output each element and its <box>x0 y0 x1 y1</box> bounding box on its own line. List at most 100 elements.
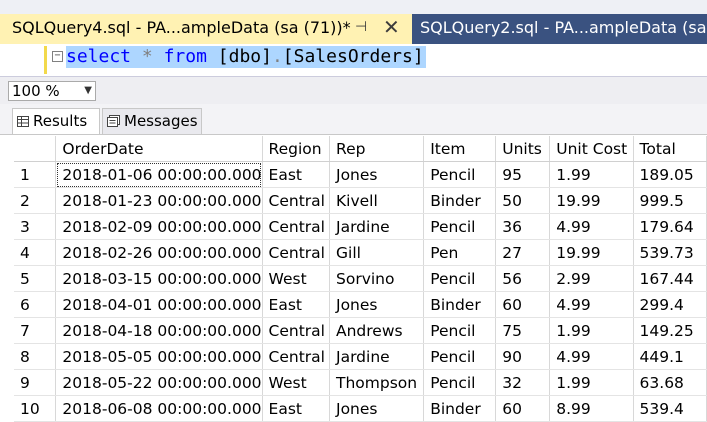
order-date-cell[interactable]: 2018-02-26 00:00:00.000 <box>55 239 263 266</box>
rep-cell[interactable]: Jones <box>329 161 425 188</box>
pin-icon[interactable]: ⊣ <box>355 19 367 35</box>
units-cell[interactable]: 60 <box>495 395 551 422</box>
table-row[interactable]: 2 2018-01-23 00:00:00.000 Central Kivell Bin… <box>14 187 707 214</box>
item-cell[interactable]: Pencil <box>423 265 497 292</box>
region-cell[interactable]: West <box>262 265 331 292</box>
units-cell[interactable]: 50 <box>495 187 551 214</box>
units-cell[interactable]: 60 <box>495 291 551 318</box>
query-editor[interactable]: − select * from [dbo].[SalesOrders] <box>0 44 707 76</box>
region-header[interactable]: Region <box>262 136 331 162</box>
total-cell[interactable]: 999.5 <box>633 187 707 214</box>
unit-cost-header[interactable]: Unit Cost <box>549 136 634 162</box>
order-date-cell[interactable]: 2018-04-18 00:00:00.000 <box>55 317 263 344</box>
rep-cell[interactable]: Sorvino <box>329 265 425 292</box>
item-header[interactable]: Item <box>423 136 497 162</box>
row-number[interactable]: 7 <box>14 317 57 344</box>
region-cell[interactable]: Central <box>262 343 331 370</box>
region-cell[interactable]: East <box>262 395 331 422</box>
row-number[interactable]: 6 <box>14 291 57 318</box>
unit-cost-cell[interactable]: 1.99 <box>549 369 634 396</box>
row-number[interactable]: 5 <box>14 265 57 292</box>
row-number[interactable]: 4 <box>14 239 57 266</box>
unit-cost-cell[interactable]: 19.99 <box>549 239 634 266</box>
rep-cell[interactable]: Jardine <box>329 213 425 240</box>
unit-cost-cell[interactable]: 4.99 <box>549 213 634 240</box>
unit-cost-cell[interactable]: 2.99 <box>549 265 634 292</box>
rep-header[interactable]: Rep <box>329 136 425 162</box>
total-header[interactable]: Total <box>633 136 707 162</box>
orderdate-header[interactable]: OrderDate <box>55 136 263 162</box>
region-cell[interactable]: Central <box>262 317 331 344</box>
tab-sqlquery4[interactable]: SQLQuery4.sql - PA...ampleData (sa (71))… <box>0 14 412 44</box>
item-cell[interactable]: Binder <box>423 187 497 214</box>
unit-cost-cell[interactable]: 19.99 <box>549 187 634 214</box>
tab-sqlquery2[interactable]: SQLQuery2.sql - PA...ampleData (sa (69)) <box>412 14 707 44</box>
units-header[interactable]: Units <box>495 136 551 162</box>
total-cell[interactable]: 179.64 <box>633 213 707 240</box>
item-cell[interactable]: Binder <box>423 291 497 318</box>
rep-cell[interactable]: Jones <box>329 395 425 422</box>
unit-cost-cell[interactable]: 1.99 <box>549 161 634 188</box>
region-cell[interactable]: Central <box>262 239 331 266</box>
order-date-cell[interactable]: 2018-05-22 00:00:00.000 <box>55 369 263 396</box>
rep-cell[interactable]: Jones <box>329 291 425 318</box>
chevron-down-icon[interactable]: ▼ <box>84 82 92 100</box>
row-number[interactable]: 3 <box>14 213 57 240</box>
item-cell[interactable]: Pencil <box>423 317 497 344</box>
order-date-cell[interactable]: 2018-01-23 00:00:00.000 <box>55 187 263 214</box>
total-cell[interactable]: 167.44 <box>633 265 707 292</box>
rep-cell[interactable]: Kivell <box>329 187 425 214</box>
row-number[interactable]: 1 <box>14 161 57 188</box>
table-row[interactable]: 4 2018-02-26 00:00:00.000 Central Gill Pen 27… <box>14 239 707 266</box>
zoom-select[interactable]: 100 % ▼ <box>8 81 96 101</box>
table-row[interactable]: 10 2018-06-08 00:00:00.000 East Jones Binder… <box>14 395 707 422</box>
total-cell[interactable]: 299.4 <box>633 291 707 318</box>
total-cell[interactable]: 189.05 <box>633 161 707 188</box>
sql-code-line[interactable]: select * from [dbo].[SalesOrders] <box>66 46 426 68</box>
table-row[interactable]: 7 2018-04-18 00:00:00.000 Central Andrews Pe… <box>14 317 707 344</box>
total-cell[interactable]: 149.25 <box>633 317 707 344</box>
table-row[interactable]: 3 2018-02-09 00:00:00.000 Central Jardine Pe… <box>14 213 707 240</box>
table-row[interactable]: 1 2018-01-06 00:00:00.000 East Jones Pencil 9… <box>14 161 707 188</box>
region-cell[interactable]: East <box>262 291 331 318</box>
unit-cost-cell[interactable]: 1.99 <box>549 317 634 344</box>
order-date-cell[interactable]: 2018-04-01 00:00:00.000 <box>55 291 263 318</box>
units-cell[interactable]: 90 <box>495 343 551 370</box>
units-cell[interactable]: 95 <box>495 161 551 188</box>
item-cell[interactable]: Binder <box>423 395 497 422</box>
rep-cell[interactable]: Thompson <box>329 369 425 396</box>
total-cell[interactable]: 539.4 <box>633 395 707 422</box>
item-cell[interactable]: Pen <box>423 239 497 266</box>
region-cell[interactable]: Central <box>262 213 331 240</box>
region-cell[interactable]: West <box>262 369 331 396</box>
row-number[interactable]: 10 <box>14 395 57 422</box>
item-cell[interactable]: Pencil <box>423 161 497 188</box>
close-icon[interactable]: ✕ <box>383 15 400 39</box>
results-grid[interactable]: OrderDate Region Rep Item Units Unit Cost Tota… <box>14 136 707 422</box>
unit-cost-cell[interactable]: 8.99 <box>549 395 634 422</box>
tab-messages[interactable]: Messages <box>102 108 202 134</box>
total-cell[interactable]: 539.73 <box>633 239 707 266</box>
rep-cell[interactable]: Gill <box>329 239 425 266</box>
unit-cost-cell[interactable]: 4.99 <box>549 343 634 370</box>
order-date-cell[interactable]: 2018-01-06 00:00:00.000 <box>55 161 263 188</box>
table-row[interactable]: 9 2018-05-22 00:00:00.000 West Thompson Penc… <box>14 369 707 396</box>
tab-results[interactable]: Results <box>12 108 100 134</box>
units-cell[interactable]: 36 <box>495 213 551 240</box>
region-cell[interactable]: Central <box>262 187 331 214</box>
units-cell[interactable]: 27 <box>495 239 551 266</box>
order-date-cell[interactable]: 2018-03-15 00:00:00.000 <box>55 265 263 292</box>
table-row[interactable]: 6 2018-04-01 00:00:00.000 East Jones Binder 6… <box>14 291 707 318</box>
order-date-cell[interactable]: 2018-05-05 00:00:00.000 <box>55 343 263 370</box>
row-number[interactable]: 2 <box>14 187 57 214</box>
total-cell[interactable]: 449.1 <box>633 343 707 370</box>
order-date-cell[interactable]: 2018-06-08 00:00:00.000 <box>55 395 263 422</box>
total-cell[interactable]: 63.68 <box>633 369 707 396</box>
units-cell[interactable]: 56 <box>495 265 551 292</box>
units-cell[interactable]: 75 <box>495 317 551 344</box>
table-row[interactable]: 8 2018-05-05 00:00:00.000 Central Jardine Pe… <box>14 343 707 370</box>
table-row[interactable]: 5 2018-03-15 00:00:00.000 West Sorvino Penci… <box>14 265 707 292</box>
item-cell[interactable]: Pencil <box>423 343 497 370</box>
row-number[interactable]: 8 <box>14 343 57 370</box>
unit-cost-cell[interactable]: 4.99 <box>549 291 634 318</box>
